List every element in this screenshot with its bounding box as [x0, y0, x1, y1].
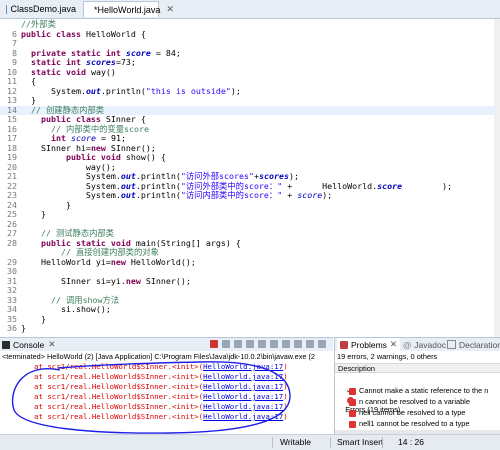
code-line[interactable]: 24 } — [0, 201, 500, 211]
javadoc-tab-label: Javadoc — [414, 340, 446, 350]
tab-problems[interactable]: Problems ✕ — [337, 338, 400, 351]
declaration-icon — [447, 340, 456, 349]
code-text: } — [21, 210, 46, 220]
code-line[interactable]: 6public class HelloWorld { — [0, 30, 500, 40]
editor-scrollbar[interactable] — [494, 19, 500, 337]
problem-item[interactable]: nell cannot be resolved to a type — [349, 408, 465, 418]
problems-tab-label: Problems — [351, 340, 387, 350]
line-number: 36 — [0, 324, 17, 334]
errors-group-row[interactable]: ⌄ Errors (19 items) — [337, 375, 400, 385]
status-bar: Writable Smart Insert 14 : 26 — [0, 434, 500, 450]
error-icon — [349, 410, 356, 417]
problem-item[interactable]: nell1 cannot be resolved to a type — [349, 419, 470, 429]
code-line[interactable]: 23 System.out.println("访问内部类中的score：" + … — [0, 191, 500, 201]
tab-label: *HelloWorld.java — [94, 5, 160, 15]
error-icon — [349, 399, 356, 406]
problems-view: Problems ✕ @ Javadoc Declaration 19 erro… — [334, 337, 500, 435]
status-cursor-position: 14 : 26 — [398, 437, 424, 447]
editor-tab-bar: ClassDemo.java *HelloWorld.java ✕ — [0, 0, 500, 19]
error-icon — [349, 421, 356, 428]
tab-label: ClassDemo.java — [10, 4, 76, 14]
code-line[interactable]: 36} — [0, 324, 500, 334]
tab-classdemo[interactable]: ClassDemo.java — [0, 1, 82, 17]
problem-item[interactable]: n cannot be resolved to a variable — [349, 397, 470, 407]
close-icon[interactable]: ✕ — [390, 339, 397, 350]
line-number: 28 — [0, 239, 17, 249]
tab-javadoc[interactable]: @ Javadoc — [403, 338, 446, 351]
declaration-tab-label: Declaration — [459, 340, 500, 350]
javadoc-icon: @ — [403, 340, 411, 350]
tab-declaration[interactable]: Declaration — [447, 338, 500, 351]
code-line[interactable]: 34 si.show(); — [0, 305, 500, 315]
status-separator — [330, 437, 331, 448]
console-view: Console ✕ <terminated> HelloWorld (2) [J… — [0, 337, 333, 435]
code-text: } — [21, 324, 26, 334]
code-text: SInner si=yi.new SInner(); — [21, 277, 191, 287]
code-line[interactable]: 31 SInner si=yi.new SInner(); — [0, 277, 500, 287]
error-icon — [349, 388, 356, 395]
problem-text: nell cannot be resolved to a type — [359, 408, 465, 417]
code-text: HelloWorld yi=new HelloWorld(); — [21, 258, 196, 268]
code-line[interactable]: 10 static void way() — [0, 68, 500, 78]
code-line[interactable]: 12 System.out.println("this is outside")… — [0, 87, 500, 97]
code-text: public class HelloWorld { — [21, 30, 146, 40]
code-line[interactable]: 35 } — [0, 315, 500, 325]
code-text: System.out.println("this is outside"); — [21, 87, 241, 97]
code-editor[interactable]: //外部类6public class HelloWorld {78 privat… — [0, 19, 500, 337]
problem-text: Cannot make a static reference to the n — [359, 386, 488, 395]
problem-item[interactable]: Cannot make a static reference to the n — [349, 386, 488, 396]
problems-summary: 19 errors, 2 warnings, 0 others — [337, 352, 437, 362]
problem-text: nell1 cannot be resolved to a type — [359, 419, 470, 428]
status-separator — [272, 437, 273, 448]
close-icon[interactable]: ✕ — [166, 4, 174, 15]
tab-helloworld[interactable]: *HelloWorld.java ✕ — [83, 1, 159, 17]
status-writable: Writable — [280, 437, 311, 447]
status-separator — [382, 437, 383, 448]
problems-column-header[interactable]: Description — [335, 363, 500, 373]
annotation-ellipse — [0, 338, 333, 435]
problem-text: n cannot be resolved to a variable — [359, 397, 470, 406]
status-insert-mode[interactable]: Smart Insert — [337, 437, 383, 447]
code-line[interactable]: 25 } — [0, 210, 500, 220]
problems-icon — [340, 341, 348, 349]
code-line[interactable]: 29 HelloWorld yi=new HelloWorld(); — [0, 258, 500, 268]
